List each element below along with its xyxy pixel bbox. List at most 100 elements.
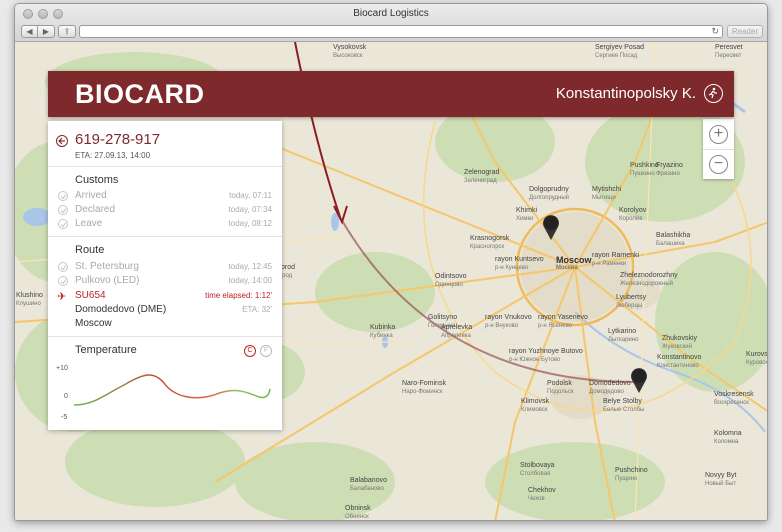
place-name-local: Пересвет (715, 53, 742, 59)
place-name-local: Высоковск (333, 53, 363, 59)
reader-button[interactable]: Reader (727, 25, 763, 38)
check-icon (58, 276, 68, 286)
place-name: Belye Stolby (603, 398, 642, 405)
place-name: Balabanovo (350, 477, 387, 484)
place-name: Lyubertsy (616, 294, 647, 301)
place-name-local: Фрязино (656, 171, 680, 177)
fahrenheit-toggle[interactable]: F (260, 345, 272, 357)
temperature-graph (74, 374, 271, 406)
route-stop: Pulkovo (LED) today, 14:00 (48, 275, 282, 289)
flight-number: SU654 (75, 290, 106, 301)
place-name-local: Новый Быт (705, 481, 737, 487)
place-name: Obninsk (345, 505, 371, 512)
y-tick: +10 (56, 365, 68, 372)
place-name: Peresvet (715, 44, 743, 51)
place-name-local: Зеленоград (464, 178, 497, 184)
map-place-label: Khimki Химки (516, 207, 537, 223)
temperature-curve (74, 374, 271, 406)
place-name: Balashikha (656, 232, 691, 239)
map-place-label: rayon Kuntsevo р-н Кунцево (495, 256, 544, 272)
place-name: Zheleznodorozhny (620, 272, 678, 279)
place-name: Voskresensk (714, 391, 754, 398)
map-place-label: Stolbovaya Столбовая (520, 462, 555, 478)
customs-item-time: today, 07:11 (229, 191, 272, 200)
map-place-label: Chekhov Чехов (528, 487, 556, 503)
reload-icon[interactable]: ↻ (711, 26, 719, 37)
place-name-local: Королёв (619, 216, 643, 222)
route-stop: Domodedovo (DME) ETA: 32' (48, 304, 282, 318)
share-button[interactable]: ⇪ (58, 25, 76, 38)
route-section: Route St. Petersburg today, 12:45 Pulkov… (48, 237, 282, 337)
biocard-logo[interactable]: BIOCARD (75, 80, 205, 108)
place-name: Fryazino (656, 162, 683, 169)
map-place-label: rayon Vnukovo р-н Внуково (485, 314, 532, 330)
shipment-panel: 619-278-917 ETA: 27.09.13, 14:00 Customs… (48, 121, 282, 430)
y-tick: -5 (61, 414, 68, 421)
place-name: Mytishchi (592, 186, 622, 193)
place-name-local: Обнинск (345, 514, 369, 520)
window-title: Biocard Logistics (353, 8, 429, 19)
place-name: Lytkarino (608, 328, 637, 335)
place-name: rayon Yasenevo (538, 314, 588, 321)
logout-icon[interactable] (704, 84, 723, 103)
place-name: rayon Kuntsevo (495, 256, 544, 263)
place-name-local: Коломна (714, 439, 739, 445)
back-arrow-icon[interactable] (56, 135, 68, 147)
route-current-flight[interactable]: ✈ SU654 time elapsed: 1:12' (48, 290, 282, 304)
map-place-label: Pushkino Пушкино (630, 162, 659, 178)
browser-window: Biocard Logistics ◀ ▶ ⇪ ↻ Reader Vysokov… (14, 3, 768, 521)
place-name-local: Долгопрудный (529, 195, 570, 201)
place-name-local: Домодедово (589, 389, 624, 395)
route-title: Route (75, 244, 105, 256)
place-name-local: Лыткарино (608, 337, 639, 343)
shipment-eta: ETA: 27.09.13, 14:00 (75, 151, 151, 160)
place-name: Odintsovo (435, 273, 467, 280)
place-name-local: р-н Кунцево (495, 265, 529, 271)
route-stop: St. Petersburg today, 12:45 (48, 261, 282, 275)
map-place-label: Sergiyev Posad Сергиев Посад (595, 44, 644, 60)
place-name-local: Мытищи (592, 195, 616, 201)
user-name[interactable]: Konstantinopolsky K. (556, 85, 696, 103)
map-place-label: Zhukovskiy Жуковский (662, 335, 697, 351)
place-name-local: Апрелевка (441, 333, 471, 339)
zoom-out-button[interactable]: − (709, 155, 728, 174)
place-name-local: Балабаново (350, 486, 384, 492)
y-tick: 0 (64, 393, 68, 400)
check-icon (58, 262, 68, 272)
map-place-label: Novyy Byt Новый Быт (705, 472, 737, 488)
place-name-local: Железнодорожный (620, 281, 674, 287)
map-place-label: Zelenograd Зеленоград (464, 169, 499, 185)
customs-item-name: Arrived (75, 190, 107, 201)
zoom-control: + − (703, 119, 734, 179)
map-place-label: Belye Stolby Белые Столбы (603, 398, 644, 414)
map-place-label: Aprelevka Апрелевка (441, 324, 472, 340)
place-name: Aprelevka (441, 324, 473, 331)
forward-button[interactable]: ▶ (38, 25, 55, 38)
place-name: Novyy Byt (705, 472, 737, 479)
place-name-local: Белые Столбы (603, 407, 645, 413)
route-stop-time: ETA: 32' (242, 305, 272, 314)
zoom-in-button[interactable]: + (709, 125, 728, 144)
celsius-toggle[interactable]: C (244, 345, 256, 357)
map-place-label: Klushino Клушино (16, 292, 43, 308)
place-name: Konstantinovo (657, 354, 702, 361)
place-name: Chekhov (528, 487, 556, 494)
back-button[interactable]: ◀ (21, 25, 38, 38)
place-name: Kolomna (714, 430, 742, 437)
place-name-local: Красногорск (470, 244, 505, 250)
place-name: rayon Vnukovo (485, 314, 532, 321)
map-place-label: Konstantinovo Константиново (657, 354, 701, 370)
map-place-label: Obninsk Обнинск (345, 505, 371, 520)
place-name: rayon Ramenki (592, 252, 640, 259)
place-name-local: Подольск (547, 389, 574, 395)
place-name-local: Люберцы (616, 303, 643, 309)
address-bar[interactable]: ↻ (79, 25, 723, 38)
map-view[interactable]: Vysokovsk Высоковск Sergiyev Posad Сергиев … (15, 42, 767, 520)
customs-item-time: today, 08:12 (228, 219, 272, 228)
map-place-label: Zheleznodorozhny Железнодорожный (620, 272, 678, 288)
place-name-local: Наро-Фоминск (402, 389, 443, 395)
place-name-local: Столбовая (520, 471, 551, 477)
place-name: Pushkino (630, 162, 659, 169)
place-name: Klushino (16, 292, 43, 299)
route-stop: Moscow (48, 318, 282, 332)
